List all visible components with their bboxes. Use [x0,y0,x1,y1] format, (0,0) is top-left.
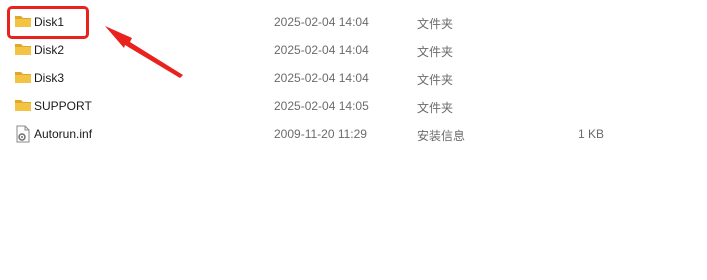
file-type: 文件夹 [417,45,454,59]
file-name: Autorun.inf [34,127,93,141]
file-row-disk2[interactable]: Disk2 2025-02-04 14:04 文件夹 [0,36,707,64]
highlight-box-annotation [7,6,89,39]
file-type: 安装信息 [417,129,466,143]
file-name: Disk2 [34,43,65,57]
file-type: 文件夹 [417,17,454,31]
file-date-modified: 2025-02-04 14:04 [274,71,369,85]
file-date-modified: 2025-02-04 14:05 [274,99,369,113]
file-date-modified: 2025-02-04 14:04 [274,43,369,57]
file-date-modified: 2009-11-20 11:29 [274,127,367,141]
file-date-modified: 2025-02-04 14:04 [274,15,369,29]
folder-icon [14,41,32,57]
file-row-disk1[interactable]: Disk1 2025-02-04 14:04 文件夹 [0,8,707,36]
file-type: 文件夹 [417,101,454,115]
file-name: SUPPORT [34,99,92,113]
file-type: 文件夹 [417,73,454,87]
file-size: 1 KB [577,127,604,141]
file-row-support[interactable]: SUPPORT 2025-02-04 14:05 文件夹 [0,92,707,120]
settings-file-icon [14,125,32,143]
file-name: Disk3 [34,71,65,85]
file-row-autorun[interactable]: Autorun.inf 2009-11-20 11:29 安装信息 1 KB [0,120,707,148]
folder-icon [14,97,32,113]
file-row-disk3[interactable]: Disk3 2025-02-04 14:04 文件夹 [0,64,707,92]
folder-icon [14,69,32,85]
